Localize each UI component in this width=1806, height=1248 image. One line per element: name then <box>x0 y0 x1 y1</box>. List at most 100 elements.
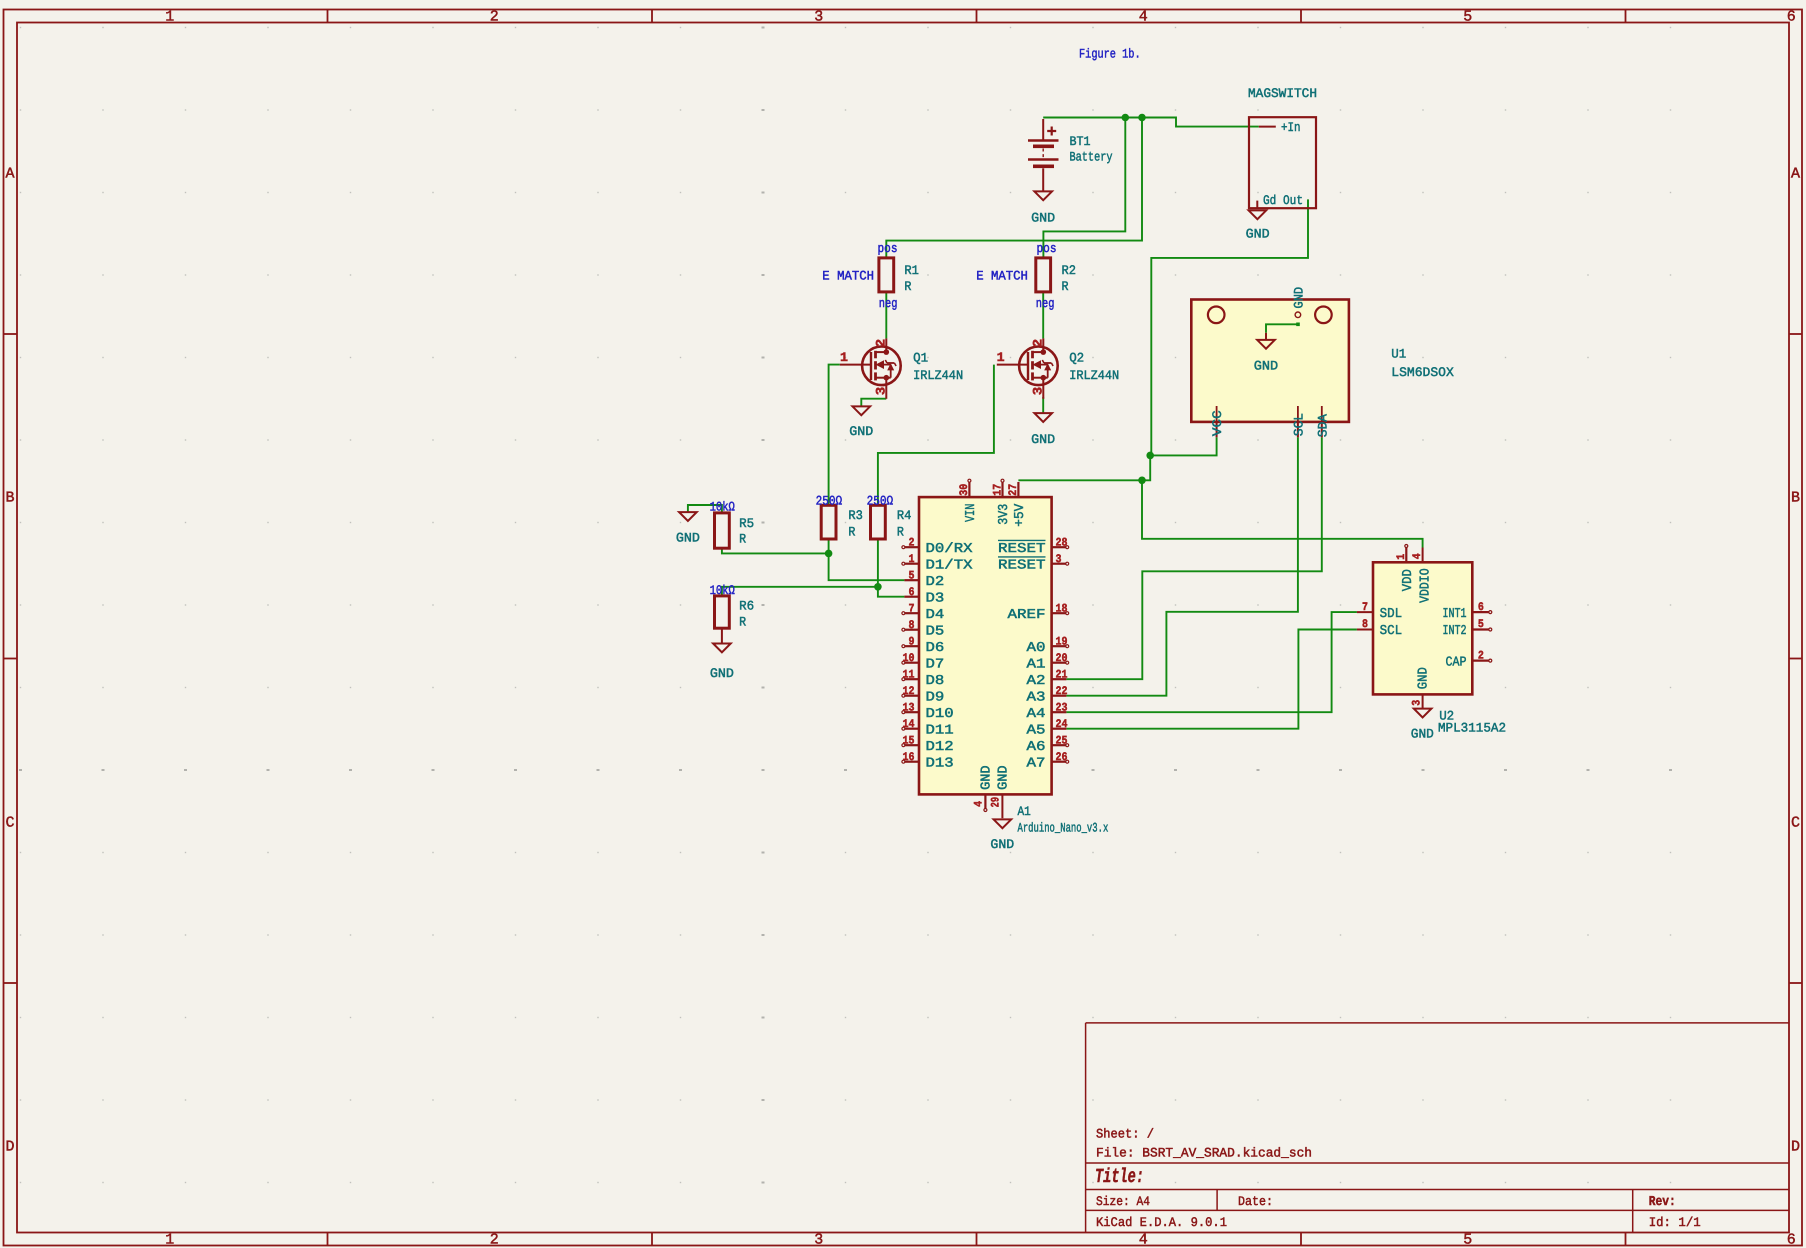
svg-text:C: C <box>1791 814 1800 831</box>
svg-text:3: 3 <box>874 387 889 396</box>
svg-text:INT1: INT1 <box>1443 607 1467 622</box>
svg-text:A: A <box>1791 165 1800 182</box>
svg-text:B: B <box>1791 490 1800 507</box>
svg-text:A7: A7 <box>1027 756 1046 771</box>
svg-text:B: B <box>5 490 14 507</box>
svg-text:R: R <box>1062 279 1069 294</box>
svg-text:AREF: AREF <box>1008 608 1046 623</box>
svg-text:A1: A1 <box>1027 657 1046 672</box>
svg-text:20: 20 <box>1056 652 1068 665</box>
svg-text:GND: GND <box>849 424 873 439</box>
svg-text:6: 6 <box>1787 9 1796 26</box>
svg-text:Q2: Q2 <box>1069 351 1084 366</box>
svg-text:GND: GND <box>990 837 1014 852</box>
svg-text:Figure 1b.: Figure 1b. <box>1079 47 1141 62</box>
svg-text:2: 2 <box>490 1232 499 1248</box>
svg-text:D0/RX: D0/RX <box>926 542 973 557</box>
svg-text:28: 28 <box>1056 537 1068 550</box>
svg-text:16: 16 <box>903 751 915 764</box>
svg-text:Gd Out: Gd Out <box>1263 193 1303 208</box>
svg-text:A1: A1 <box>1018 804 1031 819</box>
svg-text:2: 2 <box>1031 339 1046 348</box>
svg-text:+5V: +5V <box>1013 503 1028 527</box>
svg-text:IRLZ44N: IRLZ44N <box>1069 368 1119 383</box>
svg-text:SDL: SDL <box>1380 607 1403 622</box>
svg-text:4: 4 <box>1139 9 1148 26</box>
svg-text:6: 6 <box>1478 601 1484 614</box>
svg-text:GND: GND <box>1031 432 1055 447</box>
svg-text:D4: D4 <box>926 608 945 623</box>
svg-text:3: 3 <box>1410 700 1423 706</box>
svg-text:SCL: SCL <box>1291 413 1306 436</box>
svg-text:SDA: SDA <box>1315 414 1330 437</box>
svg-text:29: 29 <box>990 797 1003 808</box>
svg-text:8: 8 <box>909 619 915 632</box>
svg-text:Id: 1/1: Id: 1/1 <box>1649 1215 1701 1230</box>
svg-text:1: 1 <box>909 553 915 566</box>
svg-text:R: R <box>739 532 746 547</box>
svg-text:D: D <box>1791 1139 1800 1156</box>
svg-text:1: 1 <box>165 1232 174 1248</box>
svg-text:3: 3 <box>814 1232 823 1248</box>
svg-text:A2: A2 <box>1027 674 1046 689</box>
svg-text:GND: GND <box>980 765 995 790</box>
svg-text:Battery: Battery <box>1070 150 1113 165</box>
svg-text:Q1: Q1 <box>913 351 928 366</box>
svg-text:4: 4 <box>1139 1232 1148 1248</box>
svg-text:14: 14 <box>903 718 915 731</box>
svg-text:D2: D2 <box>926 575 945 590</box>
svg-text:250Ω: 250Ω <box>867 494 894 509</box>
svg-text:A5: A5 <box>1027 723 1046 738</box>
svg-text:MAGSWITCH: MAGSWITCH <box>1248 86 1317 101</box>
svg-text:Arduino_Nano_v3.x: Arduino_Nano_v3.x <box>1018 820 1109 835</box>
svg-text:SCL: SCL <box>1380 624 1403 639</box>
svg-text:RESET: RESET <box>998 542 1046 557</box>
svg-text:D6: D6 <box>926 641 945 656</box>
svg-text:D5: D5 <box>926 624 945 639</box>
svg-text:neg: neg <box>1036 296 1055 311</box>
svg-text:5: 5 <box>909 570 915 583</box>
svg-text:D1/TX: D1/TX <box>926 558 973 573</box>
svg-text:R: R <box>848 525 855 540</box>
svg-text:30: 30 <box>958 484 971 496</box>
svg-text:IRLZ44N: IRLZ44N <box>913 368 963 383</box>
svg-text:GND: GND <box>1417 667 1432 689</box>
svg-text:15: 15 <box>903 735 915 748</box>
svg-text:5: 5 <box>1478 618 1484 631</box>
svg-text:VIN: VIN <box>964 504 979 522</box>
svg-text:3V3: 3V3 <box>997 504 1012 525</box>
svg-text:E MATCH: E MATCH <box>822 269 874 284</box>
svg-text:VCC: VCC <box>1210 410 1225 436</box>
svg-text:6: 6 <box>909 586 915 599</box>
svg-text:CAP: CAP <box>1446 655 1467 670</box>
svg-text:R5: R5 <box>739 516 754 531</box>
svg-text:19: 19 <box>1056 636 1068 649</box>
svg-text:2: 2 <box>874 339 889 348</box>
svg-text:2: 2 <box>909 537 915 550</box>
svg-text:12: 12 <box>903 685 915 698</box>
svg-text:18: 18 <box>1056 603 1068 616</box>
svg-text:27: 27 <box>1007 484 1020 496</box>
svg-text:24: 24 <box>1056 718 1068 731</box>
svg-text:21: 21 <box>1056 669 1068 682</box>
svg-text:Size: A4: Size: A4 <box>1096 1194 1150 1209</box>
svg-text:D8: D8 <box>926 674 945 689</box>
svg-text:GND: GND <box>1246 226 1270 241</box>
svg-text:3: 3 <box>1031 387 1046 396</box>
svg-text:RESET: RESET <box>998 558 1046 573</box>
svg-text:3: 3 <box>814 9 823 26</box>
svg-text:8: 8 <box>1362 618 1368 631</box>
svg-text:Rev:: Rev: <box>1649 1195 1676 1210</box>
svg-text:9: 9 <box>909 636 915 649</box>
svg-text:GND: GND <box>1292 287 1307 309</box>
svg-text:A0: A0 <box>1027 641 1046 656</box>
svg-text:11: 11 <box>903 669 915 682</box>
svg-text:17: 17 <box>991 484 1004 496</box>
svg-text:C: C <box>5 814 14 831</box>
svg-text:10kΩ: 10kΩ <box>710 499 735 514</box>
svg-text:Sheet: /: Sheet: / <box>1096 1127 1154 1142</box>
svg-text:1: 1 <box>165 9 174 26</box>
svg-text:D12: D12 <box>926 740 954 755</box>
svg-text:+In: +In <box>1281 120 1301 135</box>
svg-text:R6: R6 <box>739 599 754 614</box>
